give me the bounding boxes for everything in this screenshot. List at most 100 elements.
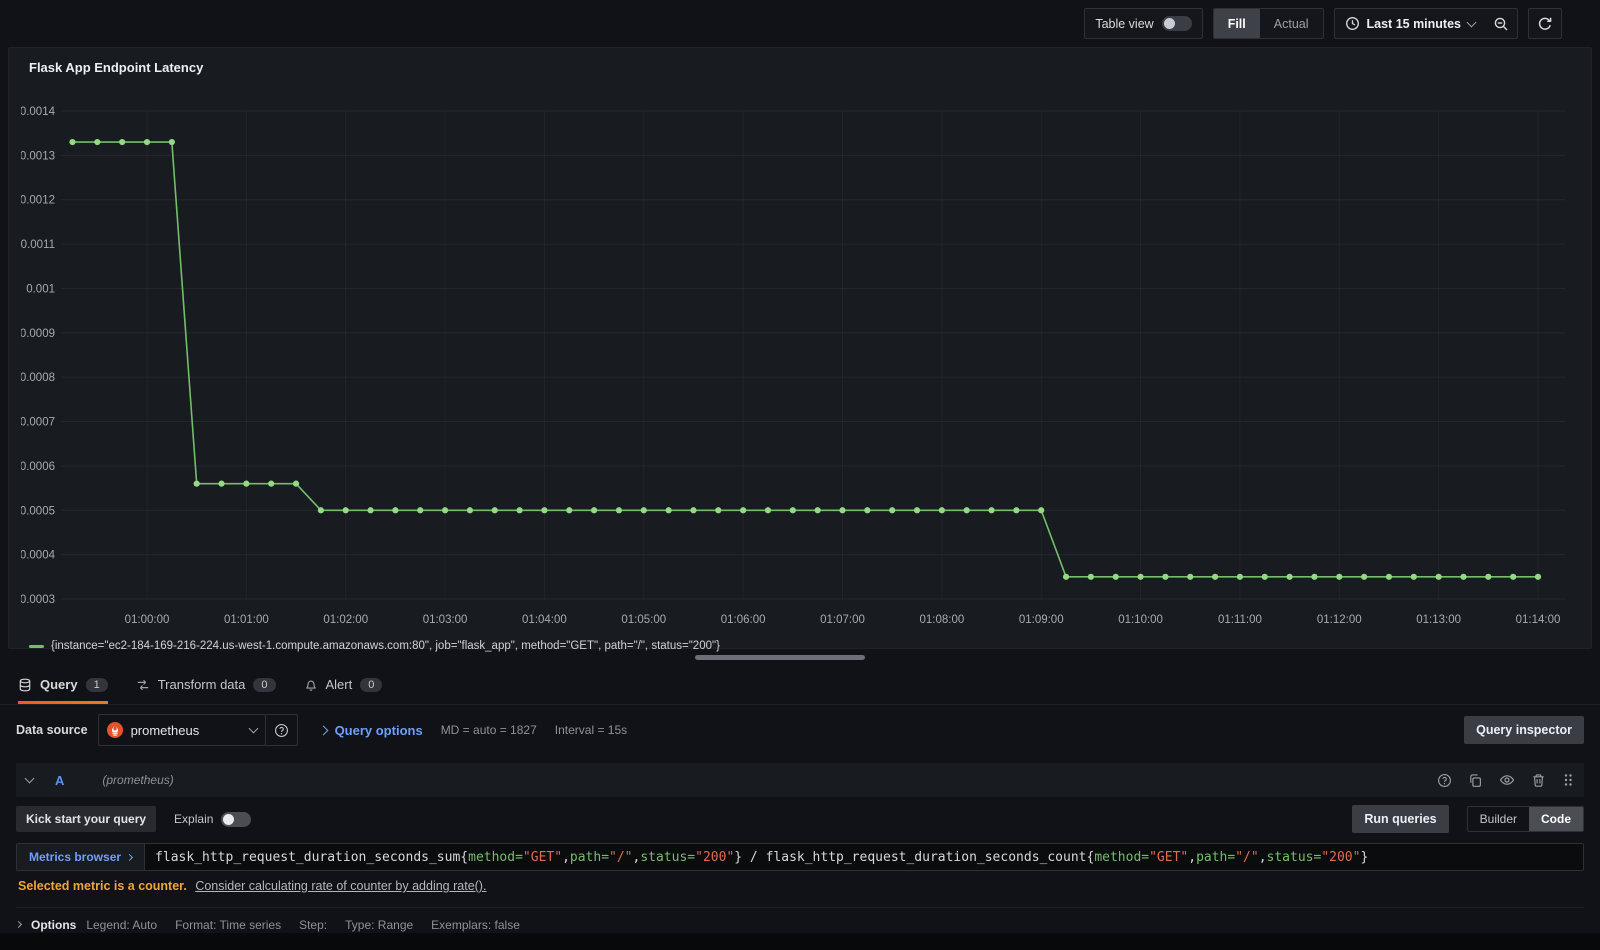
svg-text:01:04:00: 01:04:00 [522, 614, 567, 626]
builder-code-switch: Builder Code [1466, 806, 1584, 832]
query-actions [1437, 772, 1574, 788]
promql-expression-input[interactable]: flask_http_request_duration_seconds_sum{… [145, 844, 1583, 870]
refresh-icon [1538, 17, 1552, 30]
svg-text:0.0012: 0.0012 [21, 195, 55, 207]
datasource-value: prometheus [130, 722, 200, 738]
svg-text:0.001: 0.001 [26, 283, 55, 295]
time-range-picker[interactable]: Last 15 minutes [1335, 16, 1485, 31]
explain-control: Explain [174, 811, 252, 827]
query-card-header[interactable]: A (prometheus) [16, 763, 1584, 797]
latency-chart[interactable]: 0.0014 0.0013 0.0012 0.0011 0.001 0.0009 0.000… [20, 81, 1581, 633]
query-options-toggle[interactable]: Query options [318, 722, 423, 738]
options-type: Type: Range [345, 917, 414, 932]
tab-transform-data[interactable]: Transform data 0 [136, 665, 276, 704]
time-range-label: Last 15 minutes [1366, 16, 1461, 31]
zoom-out-button[interactable] [1485, 9, 1517, 38]
svg-text:01:06:00: 01:06:00 [721, 614, 766, 626]
query-datasource-hint: (prometheus) [102, 773, 174, 787]
prometheus-icon [106, 722, 123, 738]
explain-toggle[interactable] [221, 811, 252, 827]
counter-warning: Selected metric is a counter. Consider c… [18, 879, 1584, 893]
tab-query-label: Query [40, 677, 78, 692]
svg-text:0.0005: 0.0005 [21, 505, 55, 517]
options-legend: Legend: Auto [86, 917, 158, 932]
transform-icon [136, 678, 150, 692]
datasource-help-button[interactable] [265, 714, 298, 746]
scrollbar-handle[interactable] [695, 655, 865, 660]
metrics-browser-toggle[interactable]: Metrics browser [17, 844, 146, 870]
tab-alert[interactable]: Alert 0 [304, 665, 383, 704]
options-exemplars: Exemplars: false [431, 917, 520, 932]
builder-mode-button[interactable]: Builder [1468, 807, 1529, 831]
svg-text:01:09:00: 01:09:00 [1019, 614, 1064, 626]
run-queries-button[interactable]: Run queries [1352, 805, 1449, 833]
query-inspector-button[interactable]: Query inspector [1464, 716, 1584, 744]
datasource-row: Data source prometheus Query options MD … [16, 713, 1584, 747]
svg-text:0.0009: 0.0009 [21, 328, 55, 340]
horizontal-scrollbar [0, 649, 1600, 665]
database-icon [18, 678, 32, 692]
tab-transform-count: 0 [253, 677, 276, 692]
chevron-down-icon [248, 723, 259, 734]
interval-text: Interval = 15s [554, 723, 628, 737]
svg-text:0.0013: 0.0013 [21, 150, 55, 162]
query-ref-id[interactable]: A [55, 773, 64, 788]
options-step: Step: [299, 917, 328, 932]
svg-text:01:13:00: 01:13:00 [1416, 614, 1461, 626]
fill-actual-group: Fill Actual [1212, 8, 1324, 39]
timeseries-panel: Flask App Endpoint Latency 0.0014 0.0013 0… [8, 47, 1592, 652]
options-format: Format: Time series [175, 917, 282, 932]
svg-text:01:10:00: 01:10:00 [1118, 614, 1163, 626]
svg-text:0.0007: 0.0007 [21, 417, 55, 429]
svg-text:01:08:00: 01:08:00 [919, 614, 964, 626]
actual-button[interactable]: Actual [1260, 9, 1323, 38]
chevron-right-icon [126, 853, 134, 861]
tab-query-count: 1 [85, 677, 108, 692]
fill-actual-segmented: Fill Actual [1213, 9, 1323, 38]
warning-text: Selected metric is a counter. [18, 879, 187, 893]
svg-text:0.0003: 0.0003 [21, 594, 55, 606]
table-view-toggle[interactable] [1161, 16, 1192, 31]
panel-title: Flask App Endpoint Latency [29, 60, 204, 75]
code-mode-button[interactable]: Code [1529, 807, 1583, 831]
metrics-browser-label: Metrics browser [29, 850, 122, 864]
explain-label: Explain [174, 812, 214, 826]
svg-text:01:14:00: 01:14:00 [1516, 614, 1561, 626]
svg-text:01:12:00: 01:12:00 [1317, 614, 1362, 626]
svg-text:0.0006: 0.0006 [21, 461, 55, 473]
tab-transform-label: Transform data [157, 677, 246, 692]
tab-query[interactable]: Query 1 [18, 665, 108, 704]
max-data-points-text: MD = auto = 1827 [440, 723, 537, 737]
options-label[interactable]: Options [31, 918, 76, 932]
hide-response-eye-icon[interactable] [1499, 772, 1515, 788]
delete-query-trash-icon[interactable] [1531, 773, 1546, 788]
chevron-right-icon [14, 920, 23, 929]
datasource-picker[interactable]: prometheus [97, 714, 266, 746]
duplicate-query-icon[interactable] [1468, 773, 1483, 788]
drag-handle-icon[interactable] [1562, 772, 1574, 788]
tab-alert-count: 0 [360, 677, 383, 692]
refresh-button[interactable] [1529, 9, 1561, 38]
query-options-summary-row: Options Legend: Auto Format: Time series… [14, 907, 1584, 933]
svg-text:0.0011: 0.0011 [21, 239, 55, 251]
time-controls-group: Last 15 minutes [1333, 8, 1518, 39]
promql-editor-row: Metrics browser flask_http_request_durat… [16, 843, 1584, 871]
collapse-chevron-icon[interactable] [24, 773, 35, 784]
query-help-icon[interactable] [1437, 773, 1452, 788]
svg-text:01:01:00: 01:01:00 [224, 614, 269, 626]
fill-button[interactable]: Fill [1213, 9, 1260, 38]
svg-text:01:07:00: 01:07:00 [820, 614, 865, 626]
window-bottom-strip [0, 933, 1600, 950]
edit-pane-tabs: Query 1 Transform data 0 Alert 0 [0, 665, 1600, 705]
tab-alert-label: Alert [325, 677, 353, 692]
svg-text:01:11:00: 01:11:00 [1218, 614, 1262, 626]
query-options-label: Query options [334, 722, 423, 738]
bell-icon [304, 678, 318, 692]
kick-start-query-button[interactable]: Kick start your query [16, 806, 157, 832]
warning-hint-link[interactable]: Consider calculating rate of counter by … [195, 879, 486, 893]
table-view-toggle-knob [1163, 18, 1175, 29]
datasource-label: Data source [16, 723, 88, 737]
svg-text:0.0014: 0.0014 [21, 106, 56, 118]
zoom-out-icon [1494, 17, 1508, 30]
query-toolbar: Kick start your query Explain Run querie… [16, 805, 1584, 833]
